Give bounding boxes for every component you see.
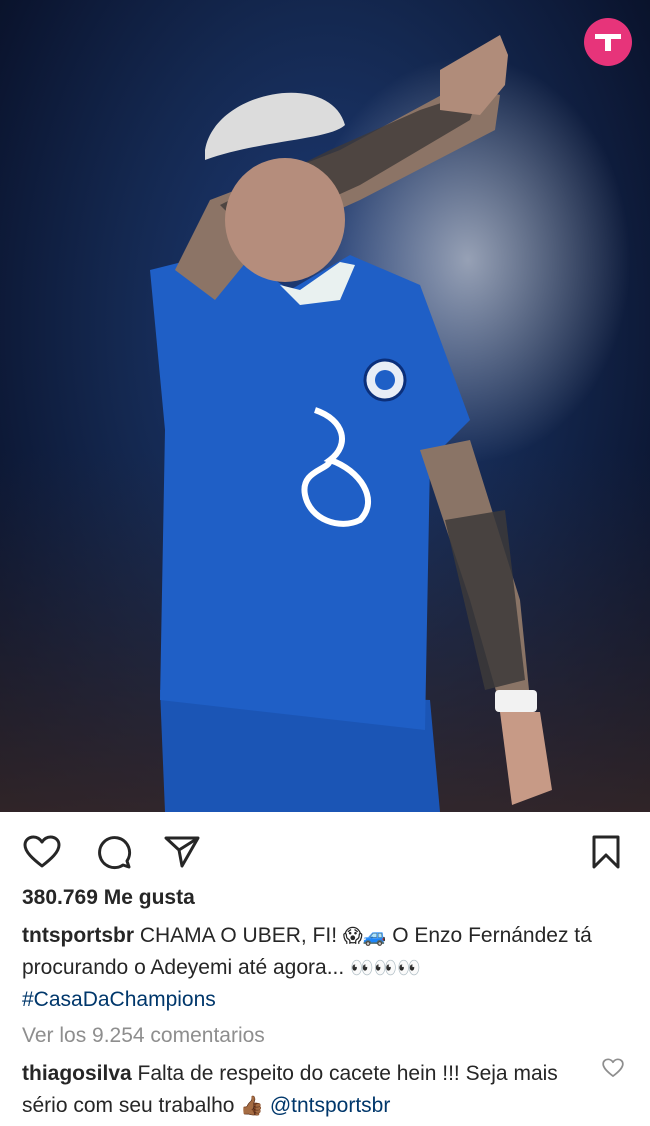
comment-item: thiagosilva Falta de respeito do cacete …: [22, 1058, 602, 1122]
caption-emoji-2: 👀👀👀: [350, 957, 422, 979]
likes-count[interactable]: 380.769 Me gusta: [22, 886, 195, 910]
caption-hashtag[interactable]: #CasaDaChampions: [22, 988, 216, 1011]
send-icon: [164, 836, 200, 868]
comment-like-button[interactable]: [602, 1058, 624, 1080]
post-caption: tntsportsbr CHAMA O UBER, FI! 😱🚙 O Enzo …: [22, 920, 632, 1015]
save-button[interactable]: [586, 832, 626, 872]
bookmark-icon: [592, 835, 620, 869]
share-button[interactable]: [162, 832, 202, 872]
heart-icon: [602, 1058, 624, 1077]
player-illustration: [0, 0, 650, 812]
tnt-sports-logo: [584, 18, 632, 66]
caption-username[interactable]: tntsportsbr: [22, 924, 134, 947]
like-button[interactable]: [22, 832, 62, 872]
caption-text-1: CHAMA O UBER, FI!: [139, 924, 338, 947]
comment-button[interactable]: [94, 832, 134, 872]
caption-emoji-1: 😱🚙: [342, 925, 387, 947]
post-image[interactable]: [0, 0, 650, 812]
comment-icon: [98, 836, 132, 870]
comment-emoji: 👍🏾: [240, 1095, 264, 1117]
heart-icon: [23, 835, 61, 868]
comment-username[interactable]: thiagosilva: [22, 1062, 132, 1085]
comment-mention[interactable]: @tntsportsbr: [270, 1094, 391, 1117]
post-action-bar: [0, 812, 650, 886]
view-all-comments-link[interactable]: Ver los 9.254 comentarios: [22, 1024, 265, 1048]
